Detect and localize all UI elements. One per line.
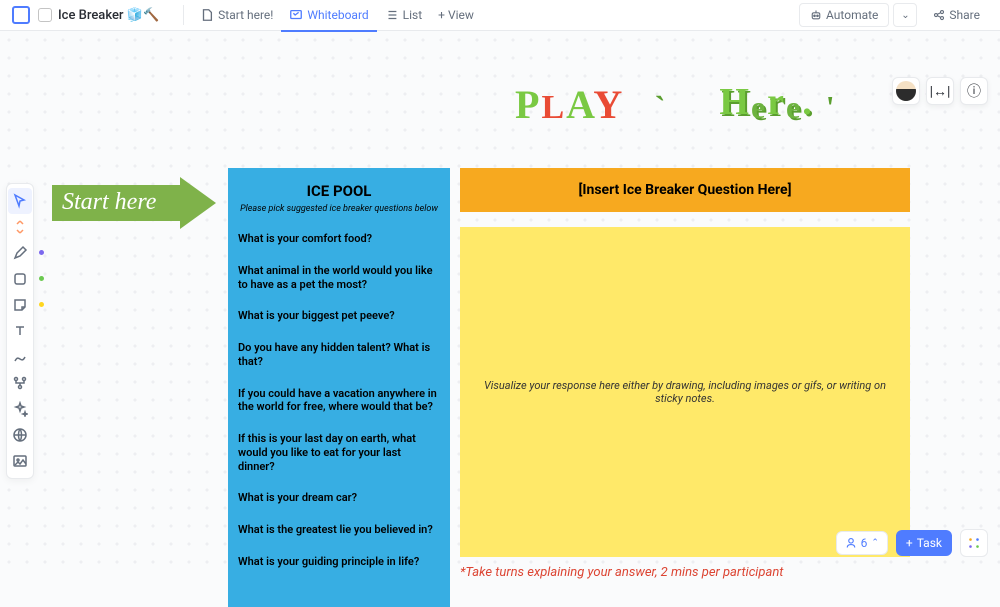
pointer-icon xyxy=(12,193,28,209)
tab-list[interactable]: List xyxy=(377,0,431,31)
question-header-card[interactable]: [Insert Ice Breaker Question Here] xyxy=(460,168,910,212)
tool-sticky[interactable] xyxy=(8,292,32,318)
connector-icon xyxy=(12,349,28,365)
ice-pool-question[interactable]: What animal in the world would you like … xyxy=(238,264,440,292)
tool-connector[interactable] xyxy=(8,344,32,370)
whiteboard-icon xyxy=(289,8,303,22)
user-avatar[interactable] xyxy=(892,77,920,105)
ice-pool-question[interactable]: If this is your last day on earth, what … xyxy=(238,432,440,473)
footnote-text: *Take turns explaining your answer, 2 mi… xyxy=(460,565,783,580)
info-icon: ⓘ xyxy=(967,81,981,101)
share-button[interactable]: Share xyxy=(925,4,988,26)
tool-pen[interactable] xyxy=(8,240,32,266)
person-icon xyxy=(845,537,857,549)
relation-icon xyxy=(12,375,28,391)
tool-pointer[interactable] xyxy=(8,188,32,214)
arrow-label: Start here xyxy=(62,189,156,216)
automate-button[interactable]: Automate xyxy=(799,3,889,27)
add-task-button[interactable]: + Task xyxy=(896,530,952,556)
doc-icon xyxy=(200,8,214,22)
chevron-up-icon: ⌃ xyxy=(871,538,879,548)
share-icon xyxy=(933,9,945,21)
canvas-bottom-controls: 6 ⌃ + Task xyxy=(836,529,988,557)
avatar-icon xyxy=(896,81,916,101)
sticky-note-icon xyxy=(12,297,28,313)
tab-label: List xyxy=(403,8,423,22)
square-icon xyxy=(12,271,28,287)
more-apps-button[interactable] xyxy=(960,529,988,557)
question-header-text: [Insert Ice Breaker Question Here] xyxy=(579,182,792,198)
tool-web[interactable] xyxy=(8,422,32,448)
tool-relation[interactable] xyxy=(8,370,32,396)
list-icon xyxy=(385,8,399,22)
top-nav: Ice Breaker 🧊🔨 Start here! Whiteboard Li… xyxy=(0,0,1000,31)
start-here-arrow[interactable]: Start here xyxy=(52,177,227,229)
tool-shape[interactable] xyxy=(8,266,32,292)
share-label: Share xyxy=(949,8,980,22)
canvas-top-controls: |↔| ⓘ xyxy=(892,77,988,105)
automate-label: Automate xyxy=(826,8,878,22)
ice-pool-question[interactable]: Do you have any hidden talent? What is t… xyxy=(238,341,440,369)
text-icon xyxy=(12,323,28,339)
ice-pool-question[interactable]: What is your biggest pet peeve? xyxy=(238,309,440,323)
drawing-toolbar xyxy=(6,183,34,479)
app-logo-icon[interactable] xyxy=(12,6,30,24)
pen-icon xyxy=(12,245,28,261)
sparkle-icon xyxy=(12,401,28,417)
ice-pool-question[interactable]: What is your comfort food? xyxy=(238,232,440,246)
arrow-head-icon xyxy=(180,177,216,229)
divider xyxy=(183,5,184,25)
automate-dropdown[interactable]: ⌄ xyxy=(893,3,917,27)
tool-hand[interactable] xyxy=(8,214,32,240)
chevron-down-icon: ⌄ xyxy=(901,10,909,21)
ice-pool-card[interactable]: ICE POOL Please pick suggested ice break… xyxy=(228,168,450,607)
tab-add-view[interactable]: + View xyxy=(430,0,482,31)
response-area-card[interactable]: Visualize your response here either by d… xyxy=(460,227,910,557)
title-art: PLAY ` Here. ' xyxy=(515,81,837,128)
ice-pool-question[interactable]: What is the greatest lie you believed in… xyxy=(238,523,440,537)
grid-dots-icon xyxy=(967,536,981,550)
tab-whiteboard[interactable]: Whiteboard xyxy=(281,0,376,31)
ice-pool-subtitle: Please pick suggested ice breaker questi… xyxy=(238,204,440,214)
color-dot-icon xyxy=(39,250,44,255)
count-value: 6 xyxy=(861,536,868,550)
participant-count[interactable]: 6 ⌃ xyxy=(836,531,888,555)
whiteboard-canvas[interactable]: |↔| ⓘ PLAY ` Here. ' Start here ICE POOL… xyxy=(0,31,1000,569)
tool-image[interactable] xyxy=(8,448,32,474)
image-icon xyxy=(12,453,28,469)
tab-label: + View xyxy=(438,8,474,22)
robot-icon xyxy=(810,9,822,21)
ice-pool-question[interactable]: What is your guiding principle in life? xyxy=(238,555,440,569)
tab-start-here[interactable]: Start here! xyxy=(192,0,281,31)
ice-pool-question[interactable]: What is your dream car? xyxy=(238,491,440,505)
task-checkbox[interactable] xyxy=(38,8,52,22)
project-title[interactable]: Ice Breaker 🧊🔨 xyxy=(58,8,159,23)
response-prompt: Visualize your response here either by d… xyxy=(480,379,890,405)
task-label: Task xyxy=(917,536,942,550)
fit-width-icon: |↔| xyxy=(930,83,951,100)
info-button[interactable]: ⓘ xyxy=(960,77,988,105)
globe-icon xyxy=(12,427,28,443)
tool-text[interactable] xyxy=(8,318,32,344)
color-dot-icon xyxy=(39,302,44,307)
color-dot-icon xyxy=(39,276,44,281)
tab-label: Whiteboard xyxy=(307,8,368,22)
fit-width-button[interactable]: |↔| xyxy=(926,77,954,105)
tab-label: Start here! xyxy=(218,8,273,22)
ice-pool-question[interactable]: If you could have a vacation anywhere in… xyxy=(238,387,440,415)
ice-pool-title: ICE POOL xyxy=(238,182,440,200)
plus-icon: + xyxy=(906,536,913,550)
tool-ai[interactable] xyxy=(8,396,32,422)
expand-icon xyxy=(12,219,28,235)
